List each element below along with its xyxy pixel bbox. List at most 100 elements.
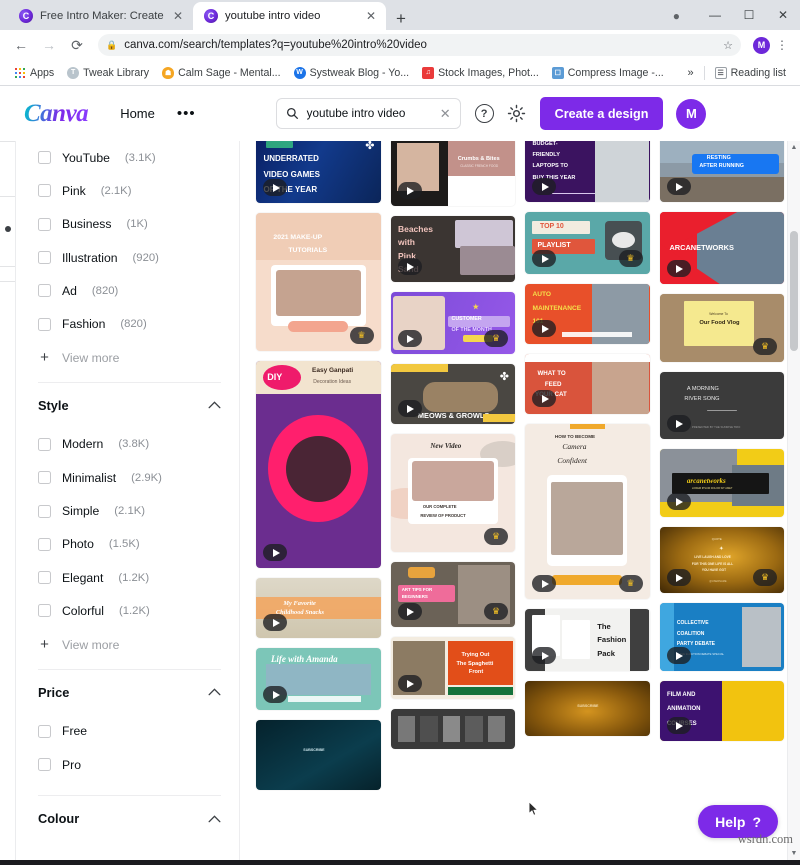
price-section-header[interactable]: Price [38,670,221,715]
checkbox[interactable] [38,505,51,518]
checkbox[interactable] [38,438,51,451]
template-card[interactable]: Trying OutThe SpaghettiFront [391,637,516,699]
create-a-design-button[interactable]: Create a design [540,97,664,130]
style-view-more-button[interactable]: + View more [38,628,221,662]
template-card[interactable]: SUBSCRIBE [256,720,381,790]
new-tab-button[interactable]: + [396,10,406,27]
filter-illustration[interactable]: Illustration(920) [38,241,221,274]
page-scrollbar[interactable]: ▲ ▼ [787,141,800,860]
bookmark-tweak-library[interactable]: T Tweak Library [61,65,155,81]
checkbox[interactable] [38,251,51,264]
play-icon[interactable] [667,647,691,664]
template-card[interactable]: TOP 10PLAYLIST♛ [525,212,650,274]
chevron-up-icon[interactable] [208,401,221,409]
template-card[interactable]: ARCANETWORKS [660,212,785,284]
play-icon[interactable] [532,320,556,337]
maximize-button[interactable]: ☐ [732,0,766,30]
filter-pink[interactable]: Pink(2.1K) [38,174,221,207]
template-card[interactable]: ART TIPS FORBEGINNERS♛ [391,562,516,627]
search-input[interactable]: youtube intro video [307,107,432,120]
style-filter-minimalist[interactable]: Minimalist(2.9K) [38,461,221,494]
play-icon[interactable] [398,330,422,347]
play-icon[interactable] [532,250,556,267]
template-card[interactable]: Life with Amanda [256,648,381,710]
bookmark-apps[interactable]: Apps [8,65,60,81]
colour-section-header[interactable]: Colour [38,796,221,841]
template-card[interactable]: My FavoriteChildhood Snacks [256,578,381,638]
play-icon[interactable] [263,686,287,703]
play-icon[interactable] [532,647,556,664]
chevron-up-icon[interactable] [208,815,221,823]
filter-fashion[interactable]: Fashion(820) [38,307,221,340]
close-tab-icon[interactable]: ✕ [171,9,185,23]
star-icon[interactable]: ☆ [723,39,733,52]
price-filter-pro[interactable]: Pro [38,748,221,781]
template-card[interactable]: FILM ANDANIMATIONCOURSES [660,681,785,741]
template-card[interactable]: 2021 MAKE-UPTUTORIALS♛ [256,213,381,351]
profile-avatar[interactable]: M [753,37,770,54]
template-card[interactable]: CUSTOMEROF THE MONTH★♛ [391,292,516,354]
play-icon[interactable] [398,182,422,199]
play-icon[interactable] [398,258,422,275]
question-mark-icon[interactable]: ? [475,104,494,123]
play-icon[interactable] [667,260,691,277]
checkbox[interactable] [38,471,51,484]
style-section-header[interactable]: Style [38,383,221,428]
browser-tab-1[interactable]: C Free Intro Maker: Create YouTub ✕ [8,2,193,30]
browser-tab-2[interactable]: C youtube intro video ✕ [193,2,386,30]
template-card[interactable] [391,709,516,749]
play-icon[interactable] [398,675,422,692]
bookmarks-overflow-button[interactable]: » [682,67,700,79]
filter-youtube[interactable]: YouTube(3.1K) [38,141,221,174]
play-icon[interactable] [667,415,691,432]
search-box[interactable]: youtube intro video ✕ [276,98,461,129]
checkbox[interactable] [38,725,51,738]
checkbox[interactable] [38,538,51,551]
template-card[interactable]: RESTINGAFTER RUNNING [660,141,785,202]
drag-handle-icon[interactable]: ✤ [500,370,509,383]
nav-more-button[interactable]: ••• [177,105,196,122]
checkbox[interactable] [38,571,51,584]
scroll-up-arrow[interactable]: ▲ [788,141,800,154]
checkbox[interactable] [38,604,51,617]
reading-list-button[interactable]: ☰ Reading list [709,65,792,81]
style-filter-photo[interactable]: Photo(1.5K) [38,528,221,561]
checkbox[interactable] [38,318,51,331]
template-card[interactable]: QUOTE✦LIVE LAUGH AND LOVEFOR THIS ONE LI… [660,527,785,593]
play-icon[interactable] [667,178,691,195]
template-card[interactable]: MEOWS & GROWLS✤ [391,364,516,424]
style-filter-modern[interactable]: Modern(3.8K) [38,428,221,461]
drag-handle-icon[interactable]: ✤ [365,141,374,152]
checkbox[interactable] [38,284,51,297]
template-card[interactable]: Crumbs & BitesCLASSIC FRENCH FOOD [391,141,516,206]
template-card[interactable]: A MORNINGRIVER SONGPRESENTED BY THE SUNR… [660,372,785,439]
checkbox[interactable] [38,184,51,197]
style-filter-elegant[interactable]: Elegant(1.2K) [38,561,221,594]
chevron-up-icon[interactable] [208,688,221,696]
bookmark-compress-image[interactable]: ☐ Compress Image -... [546,65,670,81]
template-card[interactable]: BeacheswithPinkSand [391,216,516,282]
play-icon[interactable] [667,569,691,586]
template-card[interactable]: AUTOMAINTENANCE101 [525,284,650,344]
play-icon[interactable] [398,400,422,417]
template-card[interactable]: BUDGET-FRIENDLYLAPTOPS TOBUY THIS YEAR [525,141,650,202]
address-bar[interactable]: 🔒 canva.com/search/templates?q=youtube%2… [98,34,741,56]
bookmark-systweak-blog[interactable]: W Systweak Blog - Yo... [288,65,416,81]
template-card[interactable]: WHAT TOFEEDYOUR CAT [525,354,650,414]
play-icon[interactable] [263,179,287,196]
minimize-button[interactable]: — [698,0,732,30]
play-icon[interactable] [263,614,287,631]
checkbox[interactable] [38,758,51,771]
play-icon[interactable] [667,493,691,510]
price-filter-free[interactable]: Free [38,715,221,748]
filter-ad[interactable]: Ad(820) [38,274,221,307]
play-icon[interactable] [532,575,556,592]
template-card[interactable]: Welcome ToOur Food Vlog♛ [660,294,785,362]
template-card[interactable]: COLLECTIVECOALITIONPARTY DEBATETHE ELECT… [660,603,785,671]
back-button[interactable]: ← [8,32,34,58]
reload-button[interactable]: ⟳ [64,32,90,58]
filter-business[interactable]: Business(1K) [38,208,221,241]
bookmark-calm-sage[interactable]: ☗ Calm Sage - Mental... [156,65,286,81]
checkbox[interactable] [38,218,51,231]
play-icon[interactable] [667,717,691,734]
